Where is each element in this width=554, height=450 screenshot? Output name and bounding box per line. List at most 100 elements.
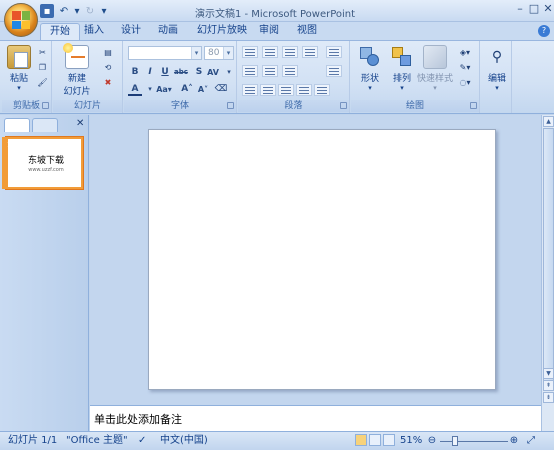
strikethrough-button[interactable]: abc <box>174 66 188 79</box>
zoom-slider-thumb[interactable] <box>452 436 458 446</box>
next-slide-icon[interactable]: ⇟ <box>543 392 554 403</box>
zoom-slider-track[interactable] <box>440 441 508 442</box>
tab-view[interactable]: 视图 <box>288 23 326 40</box>
decrease-indent-button[interactable] <box>282 46 298 58</box>
numbering-button[interactable] <box>262 46 278 58</box>
new-slide-button[interactable]: 新建 幻灯片 <box>59 43 95 97</box>
language-status[interactable]: 中文(中国) <box>160 435 208 447</box>
justify-button[interactable] <box>296 84 312 96</box>
normal-view-icon[interactable] <box>355 434 367 446</box>
delete-slide-icon[interactable]: ✖ <box>100 76 116 88</box>
slide-canvas[interactable] <box>148 129 496 390</box>
tab-slideshow[interactable]: 幻灯片放映 <box>188 23 256 40</box>
paragraph-launcher-icon[interactable] <box>340 102 347 109</box>
clear-format-button[interactable]: ⌫ <box>214 83 228 96</box>
theme-name[interactable]: "Office 主题" <box>66 435 128 447</box>
paste-icon <box>7 45 31 69</box>
bullets-button[interactable] <box>242 46 258 58</box>
line-spacing-button[interactable] <box>326 46 342 58</box>
minimize-icon[interactable]: – <box>513 2 527 16</box>
save-icon[interactable]: ▪ <box>40 4 54 18</box>
tab-home[interactable]: 开始 <box>40 23 80 40</box>
thumbnail-subtitle: www.uzzf.com <box>28 167 64 173</box>
copy-icon[interactable]: ❐ <box>36 61 49 73</box>
scroll-up-icon[interactable]: ▲ <box>543 116 554 127</box>
notes-pane[interactable]: 单击此处添加备注 <box>90 405 541 431</box>
shadow-button[interactable]: S <box>192 66 206 79</box>
paste-button[interactable]: 粘贴 ▾ <box>6 45 32 92</box>
vertical-scrollbar[interactable]: ▲ ▼ ⇞ ⇟ <box>541 115 554 405</box>
help-icon[interactable]: ? <box>538 25 550 37</box>
slides-tab[interactable] <box>4 118 30 132</box>
outline-tab[interactable] <box>32 118 58 132</box>
align-left-button[interactable] <box>242 84 258 96</box>
quick-styles-button[interactable]: 快速样式 ▾ <box>417 45 453 92</box>
group-label-slides: 幻灯片 <box>53 100 122 112</box>
change-case-button[interactable]: Aa▾ <box>154 83 174 96</box>
close-icon[interactable]: ✕ <box>541 2 554 16</box>
grow-font-button[interactable]: A˄ <box>180 83 194 96</box>
zoom-out-icon[interactable]: ⊖ <box>426 435 438 447</box>
drawing-launcher-icon[interactable] <box>470 102 477 109</box>
font-launcher-icon[interactable] <box>227 102 234 109</box>
slide-sorter-view-icon[interactable] <box>369 434 381 446</box>
underline-button[interactable]: U <box>158 66 172 79</box>
quick-styles-icon <box>423 45 447 69</box>
tab-review[interactable]: 审阅 <box>250 23 288 40</box>
tab-animations[interactable]: 动画 <box>149 23 187 40</box>
font-size-combo[interactable]: 80 ▾ <box>204 46 234 60</box>
thumbnail-number: 1 <box>7 141 12 149</box>
format-painter-icon[interactable]: 🖌 <box>36 76 49 88</box>
zoom-in-icon[interactable]: ⊕ <box>508 435 520 447</box>
shrink-font-button[interactable]: A˅ <box>196 83 210 96</box>
previous-slide-icon[interactable]: ⇞ <box>543 380 554 391</box>
reset-icon[interactable]: ⟲ <box>100 61 116 73</box>
undo-dropdown-icon[interactable]: ▾ <box>74 4 80 18</box>
layout-icon[interactable]: ▤ <box>100 46 116 58</box>
maximize-icon[interactable]: □ <box>527 2 541 16</box>
font-size-dropdown-icon[interactable]: ▾ <box>223 47 233 59</box>
tab-design[interactable]: 设计 <box>112 23 150 40</box>
spell-check-icon[interactable]: ✓ <box>138 435 146 447</box>
editing-label: 编辑 <box>487 74 506 84</box>
office-button[interactable] <box>4 3 38 37</box>
customize-qat-icon[interactable]: ▾ <box>100 4 108 18</box>
align-right-button[interactable] <box>278 84 294 96</box>
scroll-thumb[interactable] <box>543 128 554 390</box>
redo-icon[interactable]: ↻ <box>83 4 97 18</box>
tab-insert[interactable]: 插入 <box>75 23 113 40</box>
close-pane-icon[interactable]: ✕ <box>76 118 84 129</box>
group-label-paragraph: 段落 <box>238 100 349 112</box>
font-name-combo[interactable]: ▾ <box>128 46 202 60</box>
shape-outline-icon[interactable]: ✎▾ <box>455 61 475 73</box>
editing-dropdown-icon: ▾ <box>495 84 499 92</box>
smartart-button[interactable] <box>326 65 342 77</box>
notes-scrollbar[interactable] <box>541 405 554 431</box>
text-direction-button[interactable] <box>242 65 258 77</box>
align-text-button[interactable] <box>262 65 278 77</box>
shape-effects-icon[interactable]: ◌▾ <box>455 76 475 88</box>
columns-button[interactable] <box>282 65 298 77</box>
zoom-level[interactable]: 51% <box>400 435 422 447</box>
font-name-dropdown-icon[interactable]: ▾ <box>191 47 201 59</box>
shapes-button[interactable]: 形状 ▾ <box>355 45 385 92</box>
arrange-button[interactable]: 排列 ▾ <box>387 45 417 92</box>
arrange-label: 排列 <box>392 74 411 84</box>
distributed-button[interactable] <box>314 84 330 96</box>
shape-fill-icon[interactable]: ◈▾ <box>455 46 475 58</box>
increase-indent-button[interactable] <box>302 46 318 58</box>
scroll-down-icon[interactable]: ▼ <box>543 368 554 379</box>
char-spacing-button[interactable]: AV <box>206 66 220 79</box>
editing-button[interactable]: ⚲ 编辑 ▾ <box>484 45 510 92</box>
fit-to-window-icon[interactable]: ⤢ <box>524 435 538 447</box>
char-spacing-dropdown-icon[interactable]: ▾ <box>222 66 236 79</box>
italic-button[interactable]: I <box>143 66 157 79</box>
slideshow-view-icon[interactable] <box>383 434 395 446</box>
undo-icon[interactable]: ↶ <box>57 4 71 18</box>
cut-icon[interactable]: ✂ <box>36 46 49 58</box>
bold-button[interactable]: B <box>128 66 142 79</box>
font-color-button[interactable]: A <box>128 83 142 96</box>
paragraph-label: 段落 <box>284 101 303 111</box>
align-center-button[interactable] <box>260 84 276 96</box>
clipboard-launcher-icon[interactable] <box>42 102 49 109</box>
